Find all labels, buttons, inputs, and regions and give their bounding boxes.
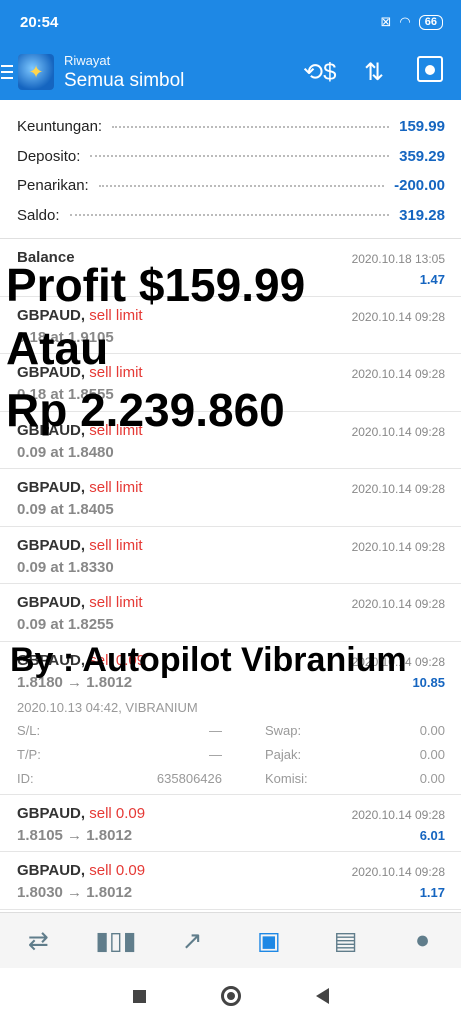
list-item[interactable]: GBPAUD, sell limit 0.09 at 1.8255 2020.1… — [0, 584, 461, 642]
summary-row-balance: Saldo: 319.28 — [17, 201, 445, 231]
item-type: sell 0.09 — [89, 862, 146, 879]
back-button[interactable] — [315, 988, 329, 1004]
chat-icon[interactable]: ● — [403, 926, 443, 955]
sort-icon[interactable]: ⇅ — [359, 58, 389, 87]
swap-value: 0.00 — [419, 722, 445, 738]
item-amount: 10.85 — [412, 674, 445, 690]
list-item[interactable]: GBPAUD, sell limit 0.09 at 1.8405 2020.1… — [0, 469, 461, 527]
item-amount: 1.47 — [419, 272, 445, 287]
recents-button[interactable] — [132, 989, 146, 1003]
account-summary: Keuntungan: 159.99 Deposito: 359.29 Pena… — [0, 100, 461, 239]
status-time: 20:54 — [20, 13, 59, 31]
item-date: 2020.10.14 09:28 — [351, 539, 445, 554]
item-type: sell limit — [89, 536, 143, 554]
list-item[interactable]: GBPAUD, sell 0.09 1.8030 → 1.8012 2020.1… — [0, 852, 461, 910]
summary-value: 159.99 — [399, 118, 445, 136]
app-subtitle: Riwayat — [64, 52, 111, 68]
app-bar: ✦ Riwayat Semua simbol ⟲$ ⇅ — [0, 44, 461, 100]
history-icon[interactable]: ▣ — [249, 926, 289, 956]
item-detail: 0.09 at 1.8405 — [17, 501, 114, 518]
item-date: 2020.10.14 09:28 — [351, 424, 445, 439]
item-amount: 6.01 — [419, 827, 445, 843]
id-value: 635806426 — [156, 770, 222, 786]
item-detail: 1.8105 → 1.8012 — [17, 826, 133, 844]
summary-value: -200.00 — [394, 177, 445, 195]
symbol-filter-title[interactable]: Semua simbol — [64, 70, 303, 92]
summary-value: 319.28 — [399, 206, 445, 224]
app-logo: ✦ — [18, 54, 54, 90]
tp-value: — — [209, 746, 222, 762]
item-date: 2020.10.14 09:28 — [351, 482, 445, 496]
item-date: 2020.10.14 09:28 — [351, 367, 445, 381]
item-detail: 1.8030 → 1.8012 — [17, 884, 133, 901]
item-date: 2020.10.14 09:28 — [351, 309, 445, 324]
menu-icon[interactable] — [0, 65, 14, 79]
sl-label: S/L: — [17, 722, 41, 738]
item-type: sell 0.09 — [89, 804, 146, 822]
tax-value: 0.00 — [419, 746, 445, 762]
list-item[interactable]: GBPAUD, sell limit 0.09 at 1.8330 2020.1… — [0, 527, 461, 584]
item-detail: 0.09 at 1.8330 — [17, 558, 114, 576]
commission-value: 0.00 — [419, 770, 445, 786]
sim-off-icon: ⊠ — [380, 14, 392, 29]
summary-label: Deposito: — [17, 147, 81, 165]
summary-row-deposit: Deposito: 359.29 — [17, 142, 445, 172]
sl-value: — — [209, 722, 222, 738]
calendar-period-icon[interactable] — [415, 55, 445, 89]
item-detail: 0.09 at 1.8255 — [17, 616, 114, 633]
tax-label: Pajak: — [265, 746, 302, 762]
overlay-profit-text: Profit $159.99 — [6, 259, 306, 311]
battery-icon: 66 — [418, 14, 443, 30]
item-symbol: GBPAUD, — [17, 804, 86, 822]
summary-value: 359.29 — [399, 147, 445, 165]
item-symbol: GBPAUD, — [17, 862, 86, 879]
item-symbol: GBPAUD, — [17, 594, 86, 611]
tp-label: T/P: — [17, 746, 41, 762]
item-date: 2020.10.14 09:28 — [351, 807, 445, 822]
trade-details: 2020.10.13 04:42, VIBRANIUM S/L: — Swap: 0… — [17, 699, 445, 795]
item-date: 2020.10.18 13:05 — [351, 252, 445, 266]
item-type: sell limit — [89, 479, 143, 496]
summary-label: Keuntungan: — [17, 118, 103, 136]
bottom-nav: ⇄ ▮▯▮ ↗ ▣ ▤ ● — [0, 912, 461, 968]
item-date: 2020.10.14 09:28 — [351, 597, 445, 611]
item-detail: 0.09 at 1.8480 — [17, 443, 114, 461]
overlay-or-text: Atau — [6, 322, 109, 374]
status-bar: 20:54 ⊠ ◠ 66 — [0, 0, 461, 44]
item-symbol: GBPAUD, — [17, 479, 86, 496]
item-amount: 1.17 — [419, 885, 445, 900]
app-titles: Riwayat Semua simbol — [64, 53, 303, 92]
summary-label: Penarikan: — [17, 177, 89, 195]
quotes-icon[interactable]: ⇄ — [18, 926, 58, 956]
swap-label: Swap: — [265, 722, 302, 738]
wifi-icon: ◠ — [399, 14, 411, 29]
home-button[interactable] — [220, 986, 241, 1006]
overlay-rupiah-text: Rp 2.239.860 — [6, 384, 285, 436]
id-label: ID: — [17, 770, 34, 786]
summary-label: Saldo: — [17, 206, 60, 224]
commission-label: Komisi: — [265, 770, 308, 786]
overlay-credit-text: By : Autopilot Vibranium — [10, 641, 407, 679]
item-date: 2020.10.14 09:28 — [351, 865, 445, 879]
summary-row-profit: Keuntungan: 159.99 — [17, 112, 445, 142]
chart-icon[interactable]: ▮▯▮ — [95, 926, 136, 956]
open-info: 2020.10.13 04:42, VIBRANIUM — [17, 699, 198, 715]
status-icons: ⊠ ◠ 66 — [380, 14, 443, 30]
item-symbol: GBPAUD, — [17, 536, 86, 554]
summary-row-withdrawal: Penarikan: -200.00 — [17, 171, 445, 201]
item-type: sell limit — [89, 594, 143, 611]
news-icon[interactable]: ▤ — [326, 926, 366, 956]
deposit-withdraw-icon[interactable]: ⟲$ — [303, 58, 336, 87]
list-item[interactable]: GBPAUD, sell 0.09 1.8105 → 1.8012 2020.1… — [0, 795, 461, 852]
app-actions: ⟲$ ⇅ — [303, 55, 445, 89]
trade-icon[interactable]: ↗ — [172, 926, 212, 956]
system-nav-bar — [0, 968, 461, 1024]
